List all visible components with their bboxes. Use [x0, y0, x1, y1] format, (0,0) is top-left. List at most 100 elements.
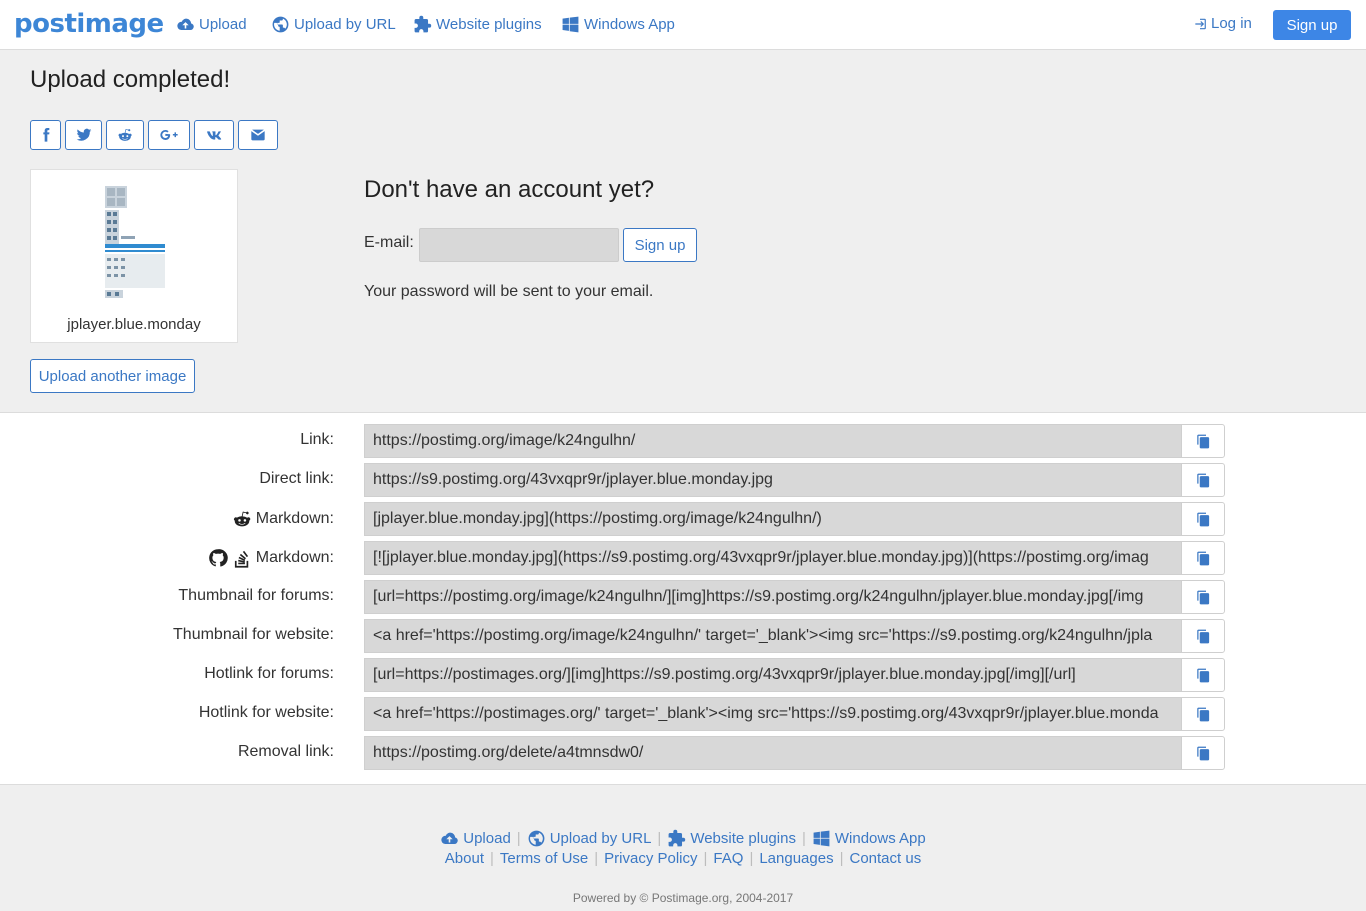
markdown-reddit-field[interactable]: [jplayer.blue.monday.jpg](https://postim… [364, 502, 1181, 536]
copy-icon [1196, 473, 1209, 487]
link-label-text: Hotlink for website: [198, 704, 334, 721]
email-label: E-mail: [364, 234, 414, 251]
cloud-upload-icon [177, 18, 194, 31]
share-buttons [30, 120, 278, 150]
email-field[interactable] [419, 228, 619, 262]
copy-icon [1196, 707, 1209, 721]
google-plus-icon [160, 129, 178, 140]
footer-languages-link[interactable]: Languages [759, 850, 833, 867]
link-row-label: Markdown: [208, 548, 334, 568]
link-row-label: Hotlink for forums: [204, 665, 334, 683]
account-prompt-title: Don't have an account yet? [364, 176, 655, 203]
copy-button[interactable] [1181, 463, 1225, 497]
thumbnail-forums-field[interactable]: [url=https://postimg.org/image/k24ngulhn… [364, 580, 1181, 614]
puzzle-icon [668, 829, 686, 847]
link-row: Hotlink for forums: [url=https://postima… [0, 658, 1366, 692]
postimage-logo[interactable]: postimage [14, 9, 164, 39]
upload-another-image-button[interactable]: Upload another image [30, 359, 195, 393]
markdown-github-field[interactable]: [![jplayer.blue.monday.jpg](https://s9.p… [364, 541, 1181, 575]
reddit-icon [118, 129, 132, 141]
windows-icon [813, 830, 830, 847]
share-email-button[interactable] [238, 120, 278, 150]
footer-about-link[interactable]: About [445, 850, 484, 867]
hotlink-forums-field[interactable]: [url=https://postimages.org/][img]https:… [364, 658, 1181, 692]
link-row: Hotlink for website: <a href='https://po… [0, 697, 1366, 731]
copy-icon [1196, 551, 1209, 565]
footer-contact-link[interactable]: Contact us [850, 850, 922, 867]
removal-link-field[interactable]: https://postimg.org/delete/a4tmnsdw0/ [364, 736, 1181, 770]
link-row: Markdown: [![jplayer.blue.monday.jpg](ht… [0, 541, 1366, 575]
link-row: Thumbnail for website: <a href='https://… [0, 619, 1366, 653]
link-row-label: Link: [300, 431, 334, 449]
share-reddit-button[interactable] [106, 120, 144, 150]
footer-windows-app-link[interactable]: Windows App [812, 829, 926, 848]
vk-icon [207, 131, 222, 140]
twitter-icon [76, 128, 91, 141]
sign-in-icon [1195, 18, 1206, 29]
share-google-plus-button[interactable] [148, 120, 190, 150]
link-label-text: Thumbnail for forums: [178, 587, 334, 604]
login-label: Log in [1211, 15, 1252, 32]
copy-button[interactable] [1181, 619, 1225, 653]
link-label-text: Markdown: [255, 510, 334, 527]
nav-website-plugins-link[interactable]: Website plugins [413, 15, 542, 34]
footer-faq-link[interactable]: FAQ [713, 850, 743, 867]
copy-button[interactable] [1181, 697, 1225, 731]
footer-privacy-link[interactable]: Privacy Policy [604, 850, 697, 867]
email-signup-button[interactable]: Sign up [623, 228, 697, 262]
copy-button[interactable] [1181, 541, 1225, 575]
copy-button[interactable] [1181, 580, 1225, 614]
footer-upload-link[interactable]: Upload [440, 829, 511, 848]
link-label-text: Markdown: [255, 549, 334, 566]
copy-button[interactable] [1181, 736, 1225, 770]
share-twitter-button[interactable] [65, 120, 102, 150]
powered-by-text: Powered by © Postimage.org, 2004-2017 [572, 891, 794, 905]
footer-upload-label: Upload [463, 830, 511, 847]
footer-secondary-links: About | Terms of Use | Privacy Policy | … [0, 850, 1366, 867]
footer-primary-links: Upload | Upload by URL | Website plugins… [0, 829, 1366, 848]
github-icon [208, 549, 228, 567]
footer-separator: | [516, 830, 521, 847]
direct-link-field[interactable]: https://s9.postimg.org/43vxqpr9r/jplayer… [364, 463, 1181, 497]
windows-icon [562, 16, 579, 33]
link-row: Removal link: https://postimg.org/delete… [0, 736, 1366, 770]
link-label-text: Direct link: [259, 470, 334, 487]
hotlink-website-field[interactable]: <a href='https://postimages.org/' target… [364, 697, 1181, 731]
nav-windows-app-link[interactable]: Windows App [561, 15, 675, 34]
link-row: Markdown: [jplayer.blue.monday.jpg](http… [0, 502, 1366, 536]
footer-terms-link[interactable]: Terms of Use [500, 850, 588, 867]
login-link[interactable]: Log in [1193, 15, 1252, 32]
facebook-icon [42, 128, 49, 142]
signup-button[interactable]: Sign up [1273, 10, 1351, 40]
nav-upload-link[interactable]: Upload [176, 15, 247, 34]
link-field[interactable]: https://postimg.org/image/k24ngulhn/ [364, 424, 1181, 458]
footer-separator: | [801, 830, 806, 847]
share-facebook-button[interactable] [30, 120, 61, 150]
copy-button[interactable] [1181, 658, 1225, 692]
copy-icon [1196, 746, 1209, 760]
copy-icon [1196, 434, 1209, 448]
footer-separator: | [657, 830, 662, 847]
link-label-text: Link: [300, 431, 334, 448]
link-row-label: Thumbnail for website: [173, 626, 334, 644]
footer-separator: | [489, 850, 494, 867]
uploaded-image-thumbnail[interactable] [103, 184, 165, 300]
reddit-icon [233, 511, 251, 527]
link-row: Thumbnail for forums: [url=https://posti… [0, 580, 1366, 614]
footer-upload-by-url-link[interactable]: Upload by URL [527, 829, 652, 848]
top-navbar: postimage Upload Upload by URL Website p… [0, 0, 1366, 50]
nav-upload-by-url-link[interactable]: Upload by URL [271, 15, 396, 34]
footer-website-plugins-link[interactable]: Website plugins [667, 829, 796, 848]
nav-windows-app-label: Windows App [584, 16, 675, 33]
copy-button[interactable] [1181, 424, 1225, 458]
share-vk-button[interactable] [194, 120, 234, 150]
footer-website-plugins-label: Website plugins [690, 830, 796, 847]
link-label-text: Hotlink for forums: [204, 665, 334, 682]
footer-upload-by-url-label: Upload by URL [549, 830, 652, 847]
copy-icon [1196, 668, 1209, 682]
nav-upload-label: Upload [199, 16, 247, 33]
thumbnail-website-field[interactable]: <a href='https://postimg.org/image/k24ng… [364, 619, 1181, 653]
password-note: Your password will be sent to your email… [364, 283, 654, 300]
link-label-text: Thumbnail for website: [173, 626, 334, 643]
copy-button[interactable] [1181, 502, 1225, 536]
